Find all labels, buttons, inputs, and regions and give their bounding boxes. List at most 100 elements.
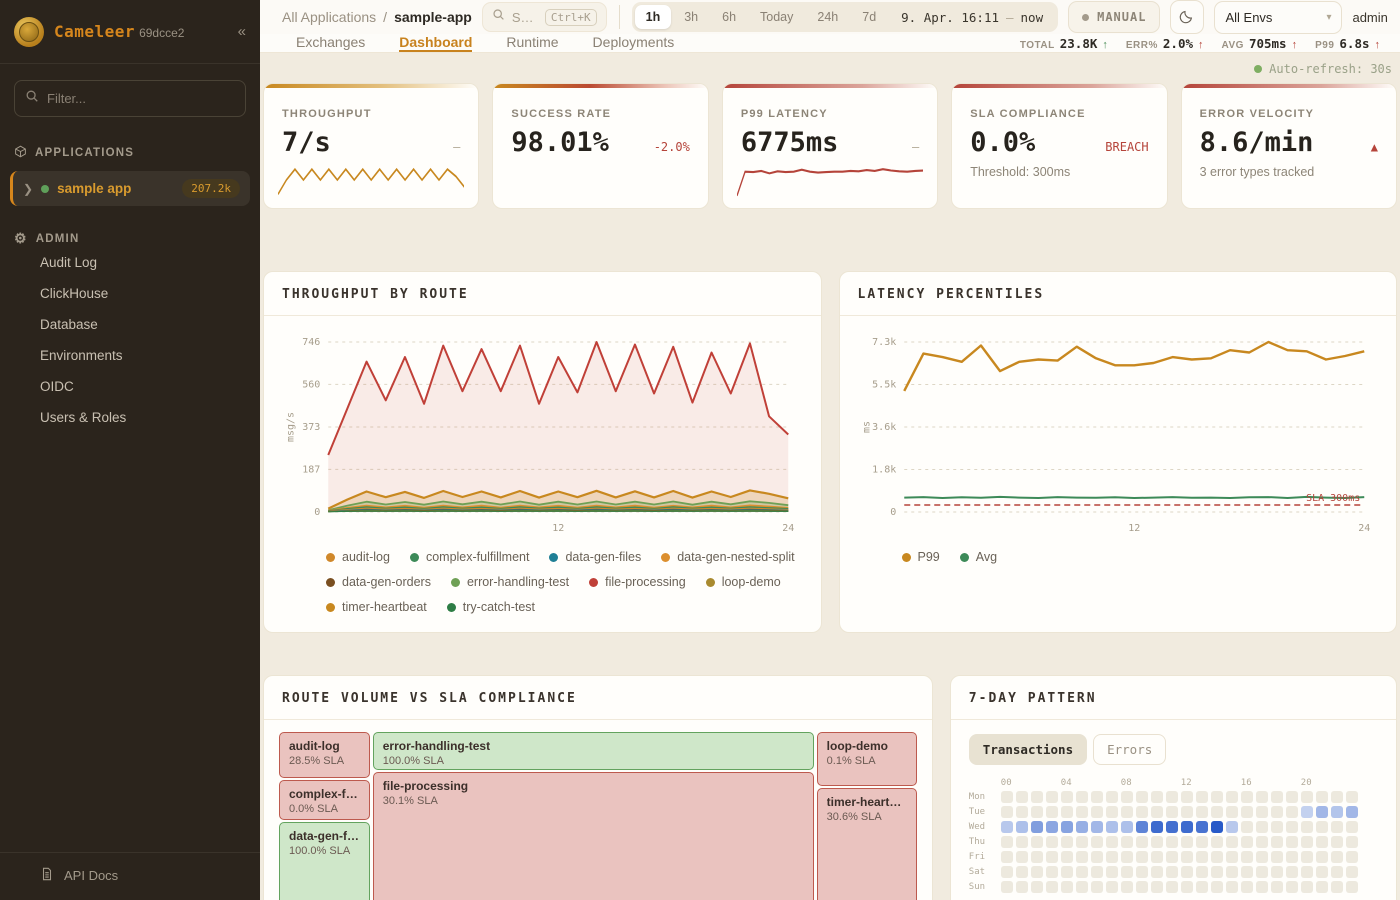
stat-p99: P996.8s↑ <box>1315 36 1380 51</box>
heatmap-cell <box>1346 836 1358 848</box>
kpi-label: P99 LATENCY <box>741 108 919 120</box>
legend-timer-heartbeat[interactable]: timer-heartbeat <box>326 600 427 614</box>
legend-p99[interactable]: P99 <box>902 550 940 564</box>
sidebar-item-users-roles[interactable]: Users & Roles <box>0 402 260 433</box>
stat-err: ERR%2.0%↑ <box>1126 36 1204 51</box>
heatmap-cell <box>1196 851 1208 863</box>
global-search[interactable]: Ctrl+K <box>482 2 607 32</box>
tab-deployments[interactable]: Deployments <box>593 34 675 52</box>
treemap-tile-error-handling-test[interactable]: error-handling-test100.0% SLA <box>373 732 814 770</box>
tab-runtime[interactable]: Runtime <box>506 34 558 52</box>
svg-text:SLA 300ms: SLA 300ms <box>1306 493 1360 504</box>
sidebar-item-api-docs[interactable]: API Docs <box>0 852 260 900</box>
heatmap-cell <box>1316 806 1328 818</box>
heatmap-cell <box>1106 851 1118 863</box>
charts-row: THROUGHPUT BY ROUTE 74656037318701224msg… <box>263 271 1397 633</box>
svg-text:msg/s: msg/s <box>285 412 296 442</box>
sidebar-collapse-button[interactable]: « <box>238 23 246 40</box>
tile-route-name: complex-fulfillment <box>289 787 360 801</box>
heatmap-cell <box>1316 881 1328 893</box>
heatmap-cell <box>1316 851 1328 863</box>
legend-data-gen-orders[interactable]: data-gen-orders <box>326 575 431 589</box>
heatmap-cell <box>1241 821 1253 833</box>
toggle-errors[interactable]: Errors <box>1093 734 1166 765</box>
date-range-picker[interactable]: 9. Apr. 16:11 — now <box>889 10 1055 25</box>
user-menu[interactable]: admin <box>1352 10 1389 25</box>
kpi-delta: – <box>453 140 460 154</box>
treemap-tile-file-processing[interactable]: file-processing30.1% SLA <box>373 772 814 900</box>
heatmap-row-fri: Fri <box>969 851 1378 863</box>
legend-audit-log[interactable]: audit-log <box>326 550 390 564</box>
range-1h[interactable]: 1h <box>635 5 672 29</box>
range-today[interactable]: Today <box>749 5 804 29</box>
panel-title: LATENCY PERCENTILES <box>840 272 1397 316</box>
sidebar-item-oidc[interactable]: OIDC <box>0 371 260 402</box>
heatmap-cell <box>1001 866 1013 878</box>
search-icon <box>25 89 39 108</box>
heatmap-cell <box>1046 836 1058 848</box>
legend-label: data-gen-orders <box>342 575 431 589</box>
treemap-tile-complex-fulfillment[interactable]: complex-fulfillment0.0% SLA <box>279 780 370 820</box>
dark-mode-toggle[interactable] <box>1170 0 1204 34</box>
sidebar-item-environments[interactable]: Environments <box>0 340 260 371</box>
legend-avg[interactable]: Avg <box>960 550 997 564</box>
sidebar-item-sample-app[interactable]: ❯ sample app 207.2k <box>10 171 250 206</box>
auto-refresh-indicator: Auto-refresh: 30s <box>263 53 1397 83</box>
legend-dot-icon <box>326 553 335 562</box>
treemap-tile-loop-demo[interactable]: loop-demo0.1% SLA <box>817 732 917 786</box>
breadcrumb-all-applications[interactable]: All Applications <box>282 9 376 25</box>
legend-data-gen-nested-split[interactable]: data-gen-nested-split <box>661 550 794 564</box>
legend-file-processing[interactable]: file-processing <box>589 575 686 589</box>
environment-select[interactable]: All Envs ▾ <box>1214 1 1342 34</box>
tab-dashboard[interactable]: Dashboard <box>399 34 472 52</box>
sidebar-item-audit-log[interactable]: Audit Log <box>0 247 260 278</box>
toggle-transactions[interactable]: Transactions <box>969 734 1087 765</box>
divider <box>619 5 620 29</box>
hour-label: 12 <box>1181 778 1196 788</box>
hour-label <box>1046 778 1061 788</box>
heatmap-cell <box>1346 806 1358 818</box>
legend-complex-fulfillment[interactable]: complex-fulfillment <box>410 550 530 564</box>
legend-dot-icon <box>706 578 715 587</box>
filter-input[interactable] <box>47 91 235 106</box>
day-label: Wed <box>969 822 997 832</box>
range-24h[interactable]: 24h <box>806 5 849 29</box>
stat-label: AVG <box>1222 40 1244 51</box>
tab-exchanges[interactable]: Exchanges <box>296 34 365 52</box>
heatmap-cell <box>1331 821 1343 833</box>
heatmap-cell <box>1091 851 1103 863</box>
heatmap-cell <box>1046 791 1058 803</box>
sidebar-item-database[interactable]: Database <box>0 309 260 340</box>
legend-dot-icon <box>960 553 969 562</box>
legend-try-catch-test[interactable]: try-catch-test <box>447 600 535 614</box>
heatmap-cell <box>1136 866 1148 878</box>
heatmap-cell <box>1016 836 1028 848</box>
range-7d[interactable]: 7d <box>851 5 887 29</box>
heatmap-cell <box>1121 806 1133 818</box>
tile-sla-value: 100.0% SLA <box>289 845 360 857</box>
legend-dot-icon <box>902 553 911 562</box>
kpi-accent-bar <box>723 84 937 88</box>
treemap-tile-data-gen-files[interactable]: data-gen-files100.0% SLA <box>279 822 370 900</box>
legend-loop-demo[interactable]: loop-demo <box>706 575 781 589</box>
legend-dot-icon <box>589 578 598 587</box>
legend-error-handling-test[interactable]: error-handling-test <box>451 575 569 589</box>
search-input[interactable] <box>512 10 538 25</box>
heatmap-cell <box>1181 806 1193 818</box>
sidebar-item-clickhouse[interactable]: ClickHouse <box>0 278 260 309</box>
kpi-value: 7/s <box>282 127 331 158</box>
heatmap-cell <box>1046 881 1058 893</box>
manual-refresh-button[interactable]: MANUAL <box>1068 1 1160 33</box>
hour-label <box>1211 778 1226 788</box>
range-3h[interactable]: 3h <box>673 5 709 29</box>
heatmap-cell <box>1151 866 1163 878</box>
legend-label: data-gen-files <box>565 550 641 564</box>
heatmap-cell <box>1001 881 1013 893</box>
treemap-tile-audit-log[interactable]: audit-log28.5% SLA <box>279 732 370 778</box>
sidebar-filter[interactable] <box>14 80 246 117</box>
treemap-tile-timer-heartbeat[interactable]: timer-heartbeat30.6% SLA <box>817 788 917 900</box>
range-6h[interactable]: 6h <box>711 5 747 29</box>
heatmap-cell <box>1136 791 1148 803</box>
time-range-control: 1h3h6hToday24h7d 9. Apr. 16:11 — now <box>632 2 1058 32</box>
legend-data-gen-files[interactable]: data-gen-files <box>549 550 641 564</box>
